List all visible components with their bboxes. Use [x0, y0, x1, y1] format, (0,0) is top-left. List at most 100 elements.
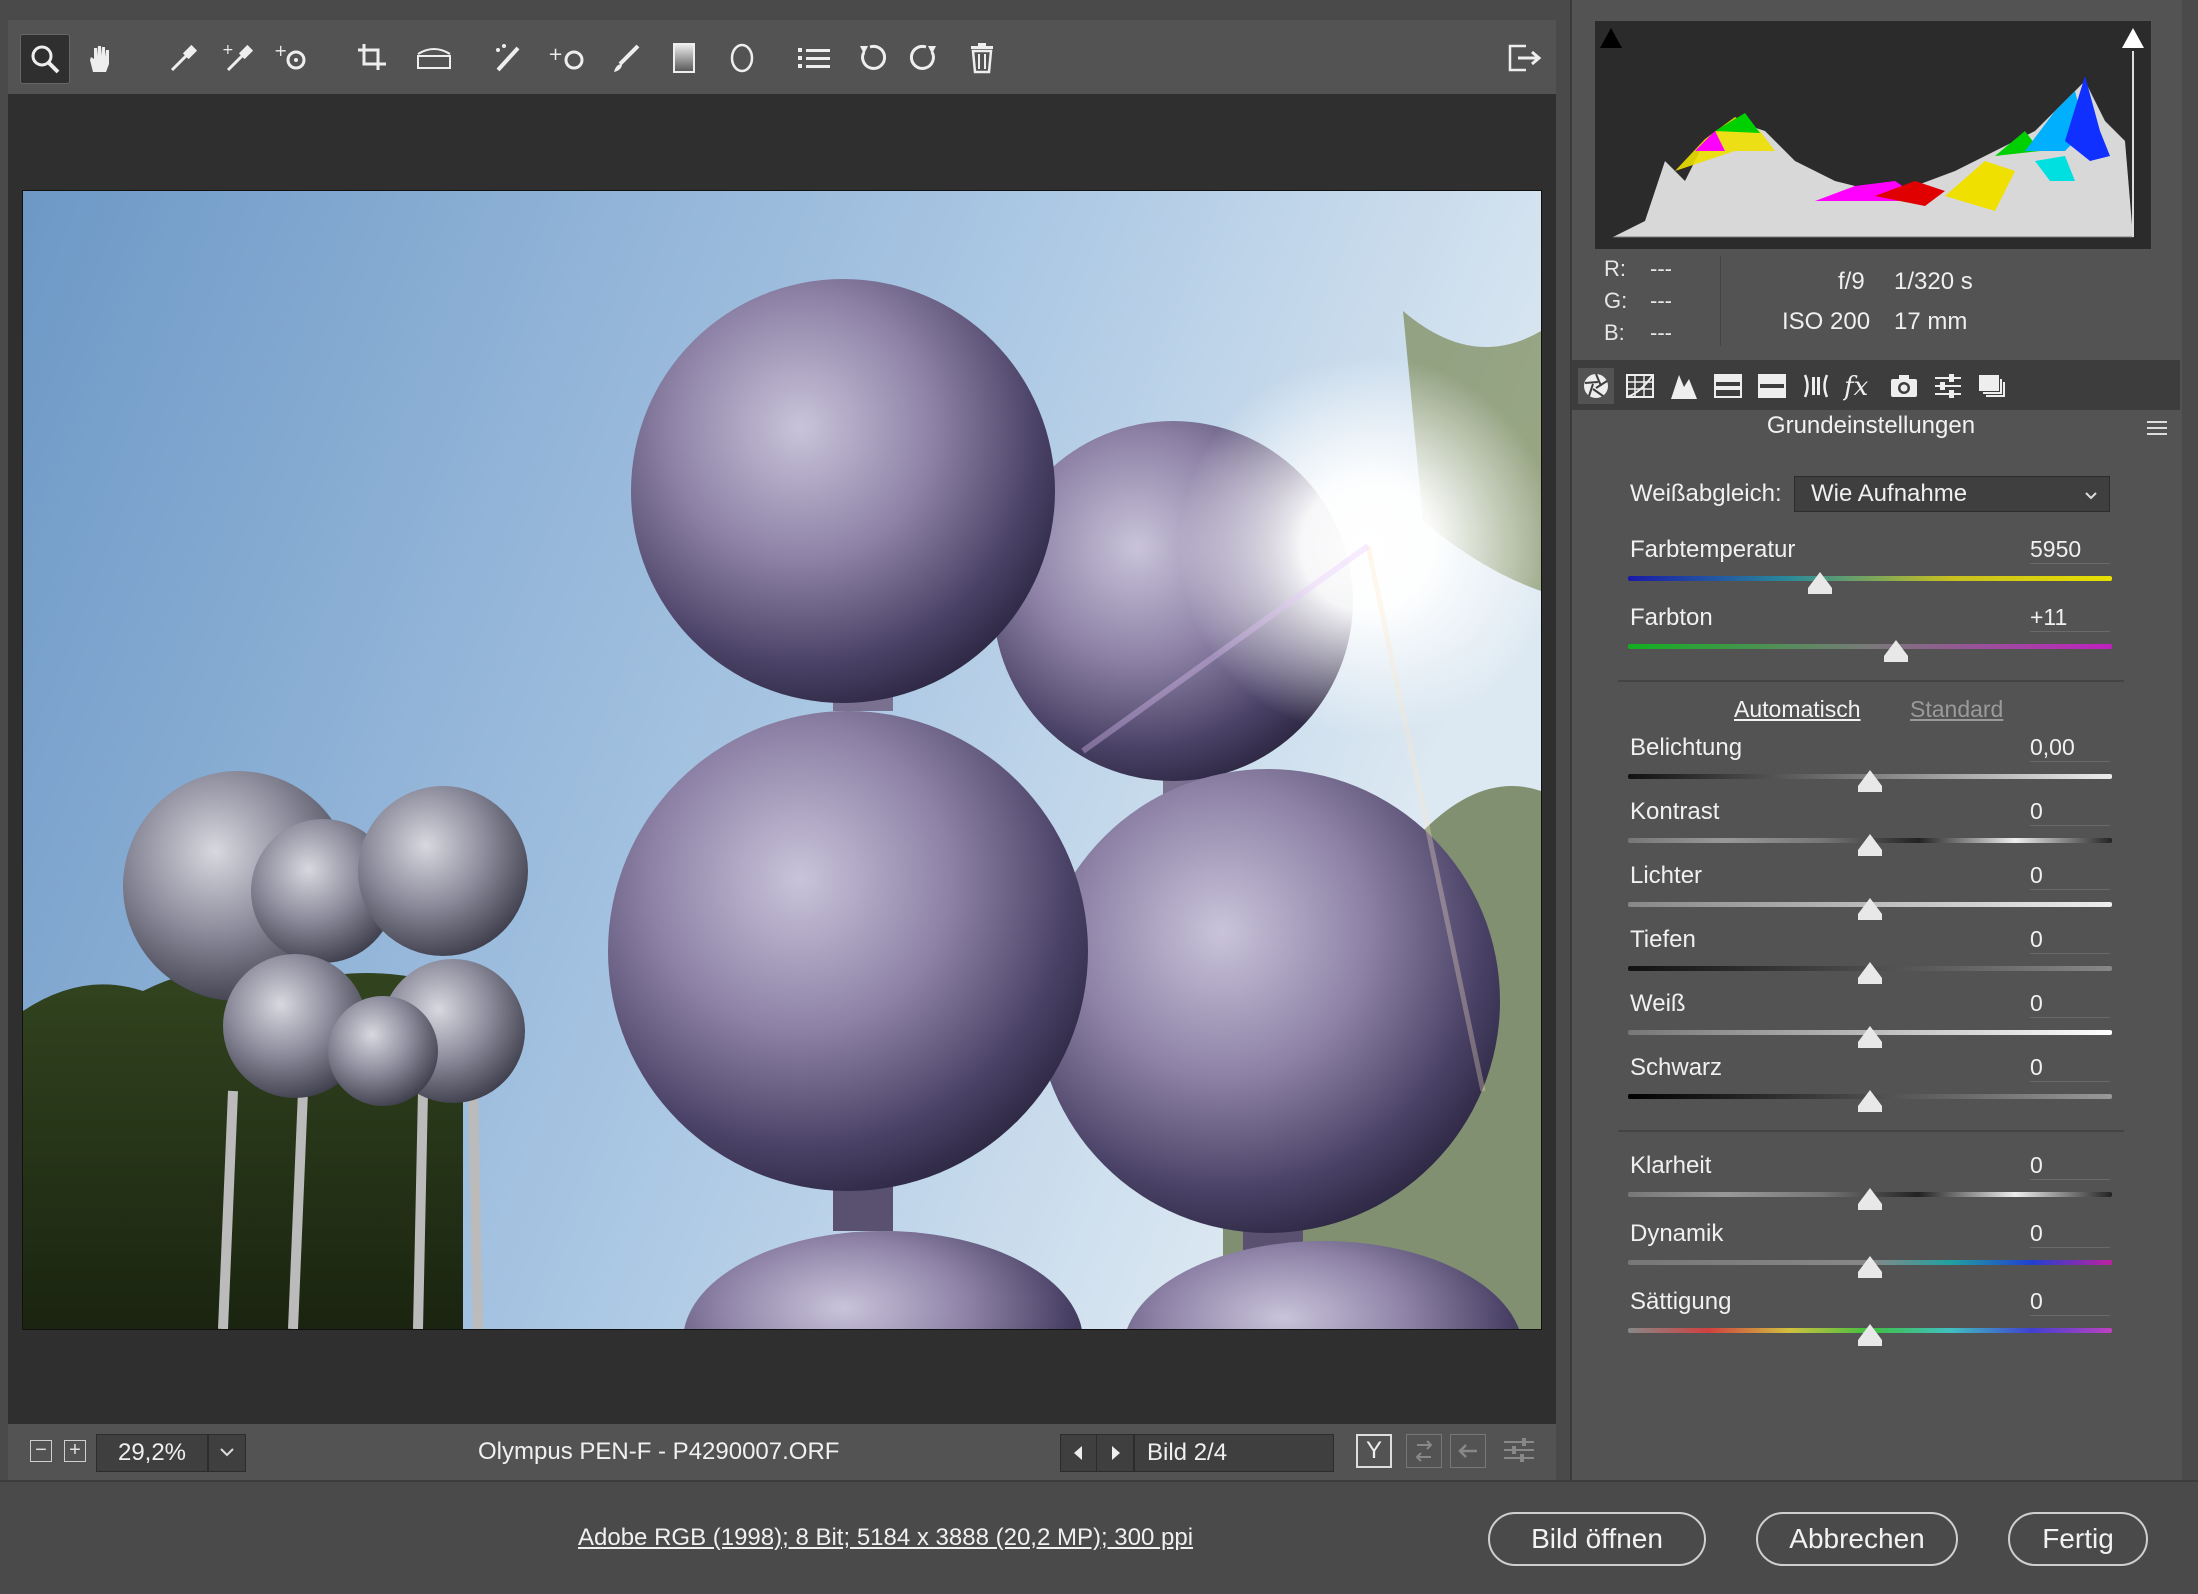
exposure-slider-thumb[interactable] [1858, 770, 1882, 792]
tab-detail[interactable] [1666, 368, 1702, 404]
tab-camera-calibration[interactable] [1886, 368, 1922, 404]
shutter-value: 1/320 s [1894, 268, 1973, 295]
workflow-options-link[interactable]: Adobe RGB (1998); 8 Bit; 5184 x 3888 (20… [578, 1524, 1193, 1552]
crop-icon[interactable] [350, 34, 398, 82]
blacks-slider-thumb[interactable] [1858, 1090, 1882, 1112]
trash-icon[interactable] [958, 34, 1006, 82]
spot-removal-icon[interactable] [486, 34, 534, 82]
compare-view-button[interactable]: Y [1356, 1434, 1392, 1468]
toolbar: + + + [8, 20, 1556, 94]
hsl-icon [1714, 374, 1742, 398]
blacks-label: Schwarz [1630, 1054, 1723, 1081]
open-image-button[interactable]: Bild öffnen [1488, 1512, 1706, 1566]
temperature-value[interactable]: 5950 [2030, 536, 2110, 564]
highlights-slider-thumb[interactable] [1858, 898, 1882, 920]
cancel-button[interactable]: Abbrechen [1756, 1512, 1958, 1566]
radial-filter-icon[interactable] [718, 34, 766, 82]
exposure-label: Belichtung [1630, 734, 1743, 761]
camera-icon [1891, 375, 1917, 397]
red-eye-icon[interactable]: + [544, 34, 592, 82]
aperture-icon [1584, 373, 1608, 398]
shadows-value[interactable]: 0 [2030, 926, 2110, 954]
lens-icon [1803, 374, 1829, 398]
clarity-value[interactable]: 0 [2030, 1152, 2110, 1180]
panel-menu-button[interactable] [2146, 418, 2168, 438]
rotate-ccw-icon[interactable] [848, 34, 896, 82]
vibrance-slider-thumb[interactable] [1858, 1256, 1882, 1278]
zoom-out-button[interactable]: − [30, 1440, 52, 1462]
shadows-slider-thumb[interactable] [1858, 962, 1882, 984]
auto-link[interactable]: Automatisch [1734, 696, 1861, 723]
tab-basic[interactable] [1578, 368, 1614, 404]
graduated-filter-icon[interactable] [660, 34, 708, 82]
highlight-clipping-warning[interactable] [2118, 22, 2148, 52]
svg-text:+: + [222, 42, 234, 58]
white-balance-icon[interactable] [160, 34, 208, 82]
rotate-cw-icon[interactable] [900, 34, 948, 82]
svg-text:fx: fx [1843, 372, 1869, 401]
tint-slider-thumb[interactable] [1884, 640, 1908, 662]
targeted-adjustment-icon[interactable]: + [270, 34, 318, 82]
exposure-value[interactable]: 0,00 [2030, 734, 2110, 762]
section-divider [1618, 680, 2124, 682]
prev-image-button[interactable] [1060, 1434, 1098, 1472]
zoom-icon[interactable] [20, 34, 70, 84]
toggle-settings-button[interactable] [1502, 1434, 1538, 1468]
iso-value: ISO 200 [1782, 308, 1871, 335]
highlights-value[interactable]: 0 [2030, 862, 2110, 890]
zoom-in-button[interactable]: + [64, 1440, 86, 1462]
whites-value[interactable]: 0 [2030, 990, 2110, 1018]
preview-image[interactable] [22, 190, 1542, 1330]
whites-slider-thumb[interactable] [1858, 1026, 1882, 1048]
white-balance-dropdown[interactable]: Wie Aufnahme [1794, 476, 2110, 512]
color-sampler-icon[interactable]: + [216, 34, 264, 82]
tab-presets[interactable] [1930, 368, 1966, 404]
contrast-slider-thumb[interactable] [1858, 834, 1882, 856]
tab-hsl[interactable] [1710, 368, 1746, 404]
saturation-slider-thumb[interactable] [1858, 1324, 1882, 1346]
panel-title: Grundeinstellungen [1766, 412, 1976, 439]
zoom-level-field[interactable]: 29,2% [96, 1434, 208, 1472]
copy-settings-button[interactable] [1450, 1434, 1486, 1468]
presets-sliders-icon [1935, 374, 1961, 398]
done-button[interactable]: Fertig [2008, 1512, 2148, 1566]
next-image-button[interactable] [1096, 1434, 1134, 1472]
triangle-clip-icon [2122, 28, 2144, 48]
blacks-value[interactable]: 0 [2030, 1054, 2110, 1082]
list-icon[interactable] [790, 34, 838, 82]
filename-label: Olympus PEN-F - P4290007.ORF [478, 1438, 840, 1465]
zoom-dropdown[interactable] [208, 1434, 246, 1472]
white-balance-label: Weißabgleich: [1630, 480, 1782, 507]
histogram [1594, 20, 2152, 250]
fx-icon: fx [1843, 372, 1869, 401]
swap-icon [1415, 1440, 1433, 1462]
shadow-clipping-warning[interactable] [1596, 22, 1626, 52]
panel-tabs: fx [1572, 360, 2180, 410]
temperature-track[interactable] [1628, 576, 2112, 581]
vibrance-label: Dynamik [1630, 1220, 1724, 1247]
arrow-right-icon [1112, 1446, 1120, 1460]
saturation-value[interactable]: 0 [2030, 1288, 2110, 1316]
tab-tone-curve[interactable] [1622, 368, 1658, 404]
export-icon[interactable] [1500, 34, 1548, 82]
tint-value[interactable]: +11 [2030, 604, 2110, 632]
contrast-value[interactable]: 0 [2030, 798, 2110, 826]
straighten-icon[interactable] [410, 34, 458, 82]
preview-status-bar: − + 29,2% Olympus PEN-F - P4290007.ORF B… [8, 1424, 1556, 1480]
default-link[interactable]: Standard [1910, 696, 2003, 723]
hand-icon[interactable] [76, 34, 124, 82]
temperature-slider-thumb[interactable] [1808, 572, 1832, 594]
b-value: --- [1650, 320, 1672, 345]
tab-split-toning[interactable] [1754, 368, 1790, 404]
svg-text:+: + [548, 44, 563, 65]
tint-track[interactable] [1628, 644, 2112, 649]
snapshots-icon [1979, 375, 2005, 397]
tab-snapshots[interactable] [1974, 368, 2010, 404]
tab-effects[interactable]: fx [1842, 368, 1878, 404]
tab-lens-corrections[interactable] [1798, 368, 1834, 404]
swap-settings-button[interactable] [1406, 1434, 1442, 1468]
clarity-slider-thumb[interactable] [1858, 1188, 1882, 1210]
tint-label: Farbton [1630, 604, 1713, 631]
adjustment-brush-icon[interactable] [602, 34, 650, 82]
vibrance-value[interactable]: 0 [2030, 1220, 2110, 1248]
